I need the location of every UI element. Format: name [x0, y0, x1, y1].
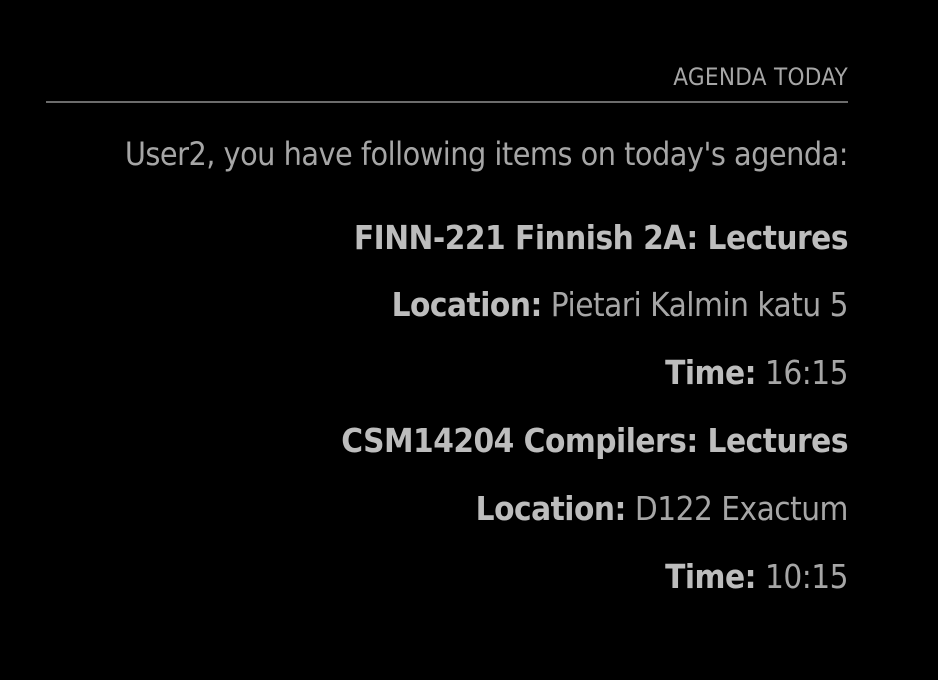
event-location: Location: D122 Exactum [475, 488, 849, 530]
event-title: FINN-221 Finnish 2A: Lectures [353, 218, 849, 257]
location-value: D122 Exactum [634, 489, 849, 528]
time-label: Time: [665, 353, 757, 392]
location-value: Pietari Kalmin katu 5 [550, 285, 849, 324]
time-value: 16:15 [764, 353, 849, 392]
location-label: Location: [391, 285, 543, 324]
header-divider [46, 101, 848, 103]
event-location: Location: Pietari Kalmin katu 5 [391, 284, 849, 326]
time-value: 10:15 [764, 557, 849, 596]
event-time: Time: 10:15 [665, 556, 848, 598]
event-time: Time: 16:15 [665, 352, 848, 394]
agenda-intro: User2, you have following items on today… [124, 135, 849, 173]
event-title: CSM14204 Compilers: Lectures [341, 421, 848, 460]
module-header: AGENDA TODAY [673, 63, 848, 91]
time-label: Time: [665, 557, 757, 596]
location-label: Location: [475, 489, 627, 528]
